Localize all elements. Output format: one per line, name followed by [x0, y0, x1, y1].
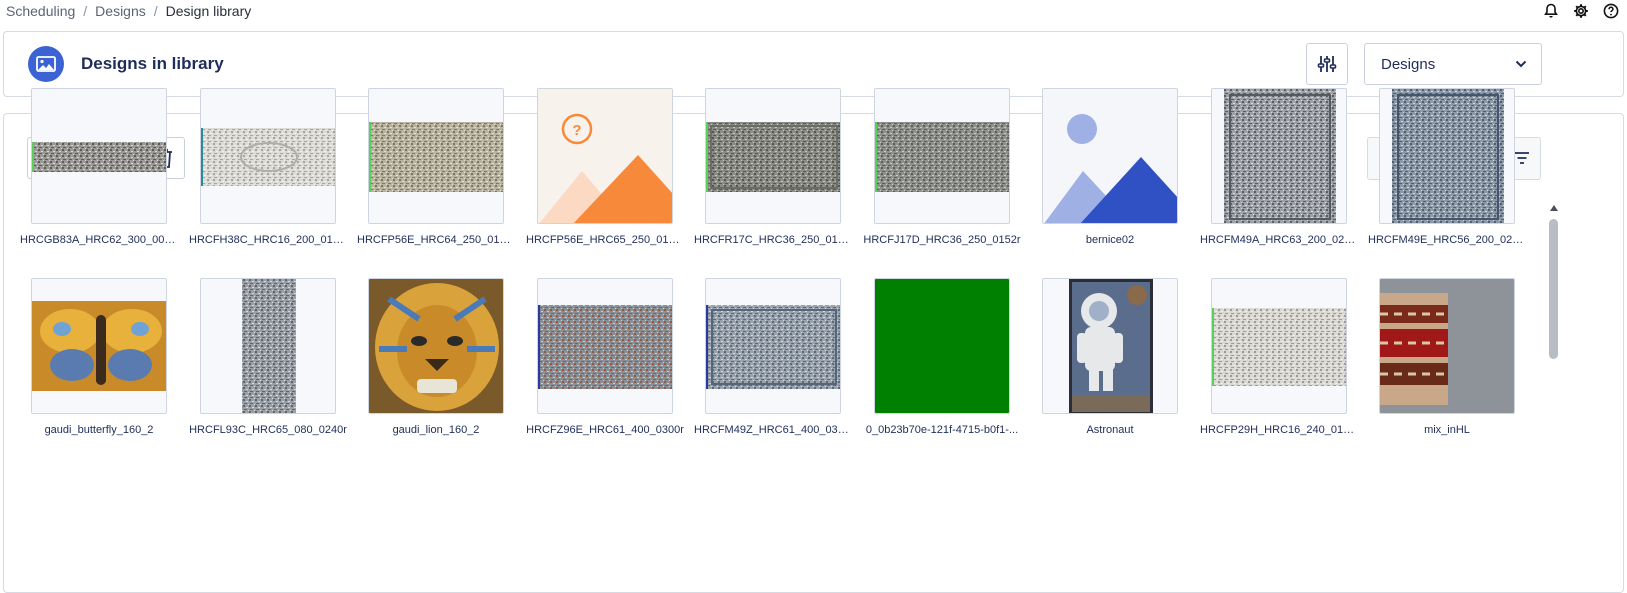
breadcrumb-designs[interactable]: Designs — [95, 3, 146, 19]
design-thumbnail[interactable] — [31, 278, 167, 414]
design-thumbnail[interactable] — [874, 88, 1010, 224]
scrollbar[interactable] — [1548, 205, 1560, 585]
image-icon — [28, 46, 64, 82]
design-tile[interactable]: ? HRCFP56E_HRC65_250_0152r — [526, 88, 689, 248]
design-name: gaudi_lion_160_2 — [392, 424, 480, 436]
top-bar: Scheduling / Designs / Design library — [0, 0, 1627, 24]
design-name: HRCFM49A_HRC63_200_0290r — [1200, 234, 1358, 246]
design-thumbnail[interactable]: ? — [537, 88, 673, 224]
design-tile[interactable]: gaudi_butterfly_160_2 — [28, 278, 183, 438]
design-thumbnail[interactable] — [1211, 88, 1347, 224]
design-name: HRCFP29H_HRC16_240_0160r — [1200, 424, 1358, 436]
design-thumbnail[interactable] — [31, 88, 167, 224]
design-thumbnail[interactable] — [1042, 88, 1178, 224]
design-tile[interactable]: HRCFM49E_HRC56_200_0290r — [1368, 88, 1531, 248]
design-tile[interactable]: HRCFM49Z_HRC61_400_0300r — [694, 278, 857, 438]
bell-icon[interactable] — [1543, 2, 1559, 20]
design-tile[interactable]: HRCFJ17D_HRC36_250_0152r — [863, 88, 1026, 248]
design-name: HRCFH38C_HRC16_200_0100r — [189, 234, 347, 246]
design-tile[interactable]: HRCFZ96E_HRC61_400_0300r — [526, 278, 689, 438]
design-name: HRCGB83A_HRC62_300_0080r — [20, 234, 178, 246]
svg-text:?: ? — [572, 122, 581, 139]
design-name: HRCFP56E_HRC65_250_0152r — [526, 234, 684, 246]
design-tile[interactable]: HRCFP56E_HRC64_250_0152r — [357, 88, 520, 248]
design-name: HRCFR17C_HRC36_250_0152r — [694, 234, 852, 246]
design-tile[interactable]: HRCFL93C_HRC65_080_0240r — [189, 278, 352, 438]
filter-settings-button[interactable] — [1306, 43, 1348, 85]
breadcrumb-scheduling[interactable]: Scheduling — [6, 3, 75, 19]
design-thumbnail[interactable] — [200, 88, 336, 224]
design-name: bernice02 — [1085, 234, 1135, 246]
design-thumbnail[interactable] — [1379, 278, 1515, 414]
design-tile[interactable]: HRCGB83A_HRC62_300_0080r — [20, 88, 183, 248]
design-thumbnail[interactable] — [368, 278, 504, 414]
design-tile[interactable]: HRCFM49A_HRC63_200_0290r — [1200, 88, 1363, 248]
design-thumbnail[interactable] — [1379, 88, 1515, 224]
help-icon[interactable] — [1603, 2, 1619, 20]
design-thumbnail[interactable] — [874, 278, 1010, 414]
design-tile[interactable]: gaudi_lion_160_2 — [365, 278, 520, 438]
design-name: 0_0b23b70e-121f-4715-b0f1-... — [865, 424, 1019, 436]
design-tile[interactable]: HRCFP29H_HRC16_240_0160r — [1200, 278, 1363, 438]
design-tile[interactable]: mix_inHL — [1376, 278, 1531, 438]
chevron-down-icon — [1515, 60, 1527, 68]
design-name: HRCFM49Z_HRC61_400_0300r — [694, 424, 852, 436]
design-tile[interactable]: HRCFR17C_HRC36_250_0152r — [694, 88, 857, 248]
breadcrumb-separator: / — [153, 3, 158, 19]
breadcrumb-separator: / — [83, 3, 88, 19]
design-tile[interactable]: Astronaut — [1039, 278, 1194, 438]
design-tile[interactable]: 0_0b23b70e-121f-4715-b0f1-... — [866, 278, 1026, 438]
design-name: gaudi_butterfly_160_2 — [44, 424, 154, 436]
design-name: mix_inHL — [1424, 424, 1470, 436]
view-select[interactable]: Designs — [1364, 43, 1542, 85]
design-name: HRCFJ17D_HRC36_250_0152r — [863, 234, 1021, 246]
design-tile[interactable]: bernice02 — [1039, 88, 1194, 248]
design-thumbnail[interactable] — [705, 88, 841, 224]
design-name: HRCFL93C_HRC65_080_0240r — [189, 424, 347, 436]
design-name: HRCFM49E_HRC56_200_0290r — [1368, 234, 1526, 246]
breadcrumb-current: Design library — [165, 3, 252, 19]
page-title: Designs in library — [81, 54, 224, 73]
scroll-up-arrow[interactable] — [1550, 205, 1558, 211]
design-name: HRCFP56E_HRC64_250_0152r — [357, 234, 515, 246]
design-tile[interactable]: HRCFH38C_HRC16_200_0100r — [189, 88, 352, 248]
design-thumbnail[interactable] — [200, 278, 336, 414]
scrollbar-thumb[interactable] — [1549, 219, 1558, 359]
design-thumbnail[interactable] — [537, 278, 673, 414]
design-thumbnail[interactable] — [705, 278, 841, 414]
design-thumbnail[interactable] — [1042, 278, 1178, 414]
design-name: HRCFZ96E_HRC61_400_0300r — [526, 424, 684, 436]
design-name: Astronaut — [1086, 424, 1134, 436]
breadcrumb: Scheduling / Designs / Design library — [6, 3, 251, 19]
design-thumbnail[interactable] — [368, 88, 504, 224]
view-select-value: Designs — [1381, 55, 1436, 73]
gear-icon[interactable] — [1573, 2, 1589, 20]
design-thumbnail[interactable] — [1211, 278, 1347, 414]
sliders-icon — [1317, 56, 1337, 72]
